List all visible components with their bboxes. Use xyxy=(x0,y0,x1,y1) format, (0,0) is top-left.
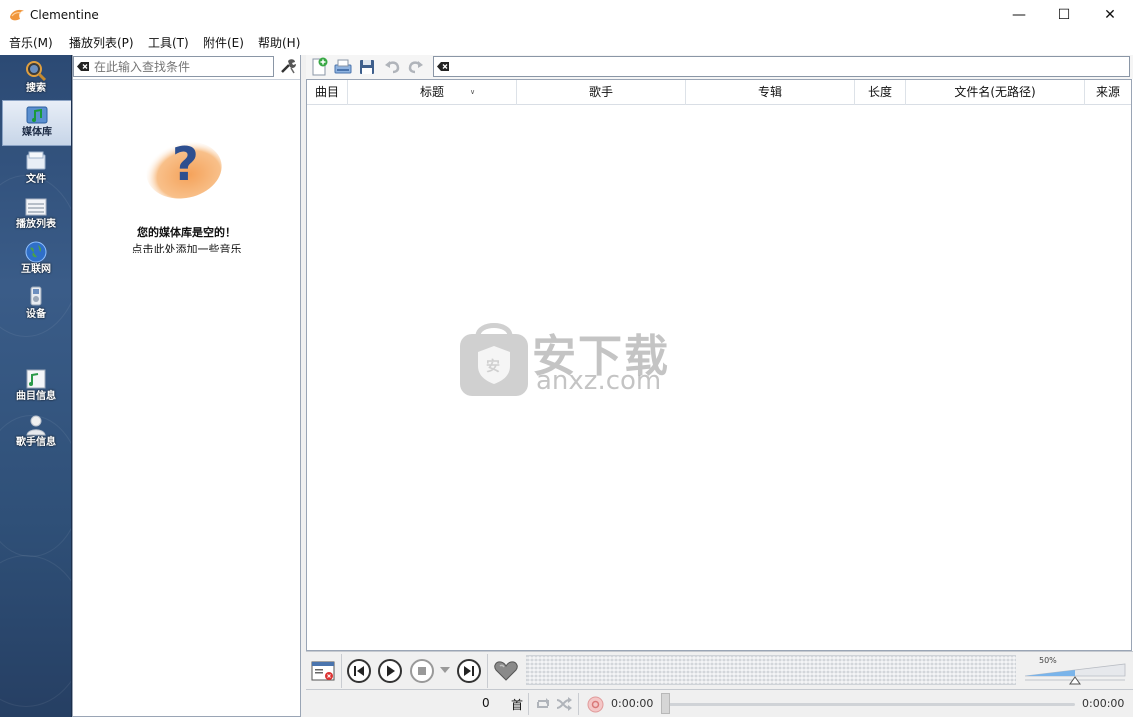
playlist-table[interactable]: 曲目 ∨ 标题 歌手 专辑 长度 文件名(无路径) 来源 xyxy=(306,79,1132,651)
seek-handle[interactable] xyxy=(661,693,670,714)
sidebar-item-label: 搜索 xyxy=(26,83,46,94)
status-divider xyxy=(528,693,529,715)
status-bar: 0 首 0:00:00 0:00:00 xyxy=(306,689,1133,717)
menu-extras[interactable]: 附件(E) xyxy=(203,34,244,51)
stop-icon[interactable] xyxy=(409,658,435,684)
now-playing-widget-icon[interactable] xyxy=(310,658,336,684)
watermark-url: anxz.com xyxy=(536,366,662,396)
maximize-button[interactable]: ☐ xyxy=(1041,0,1087,30)
files-icon xyxy=(26,151,46,170)
minimize-icon: — xyxy=(1012,7,1026,23)
status-divider xyxy=(578,693,579,715)
menu-bar: 音乐(M) 播放列表(P) 工具(T) 附件(E) 帮助(H) xyxy=(0,30,1133,54)
track-count: 0 xyxy=(482,696,490,710)
repeat-icon[interactable] xyxy=(535,697,551,711)
previous-track-icon[interactable] xyxy=(346,658,372,684)
sort-indicator-icon: ∨ xyxy=(470,88,476,96)
playlist-header: 曲目 ∨ 标题 歌手 专辑 长度 文件名(无路径) 来源 xyxy=(307,80,1131,105)
svg-text:?: ? xyxy=(172,137,199,191)
sidebar-item-label: 媒体库 xyxy=(22,127,52,138)
analyzer-overlay xyxy=(526,655,1016,685)
undo-icon[interactable] xyxy=(382,57,402,77)
watermark-logo-icon: 安 xyxy=(460,323,528,396)
new-playlist-icon[interactable] xyxy=(309,57,329,77)
song-info-icon xyxy=(26,369,46,389)
artist-info-icon xyxy=(26,415,46,436)
column-title[interactable]: ∨ 标题 xyxy=(348,80,517,105)
empty-library-icon[interactable]: ? xyxy=(140,126,230,206)
close-button[interactable]: ✕ xyxy=(1087,0,1133,30)
menu-music[interactable]: 音乐(M) xyxy=(9,34,53,51)
svg-text:安: 安 xyxy=(486,358,500,375)
clear-filter-icon[interactable] xyxy=(77,61,89,72)
sidebar-item-song-info[interactable]: 曲目信息 xyxy=(2,365,70,409)
column-album[interactable]: 专辑 xyxy=(686,80,855,105)
sidebar-item-label: 互联网 xyxy=(21,264,51,275)
column-source[interactable]: 来源 xyxy=(1085,80,1131,105)
column-filename[interactable]: 文件名(无路径) xyxy=(906,80,1085,105)
sidebar-item-label: 播放列表 xyxy=(16,219,56,230)
volume-slider[interactable] xyxy=(1025,658,1129,686)
clementine-logo-icon xyxy=(10,9,24,21)
seek-slider[interactable] xyxy=(663,703,1075,706)
library-search-input[interactable] xyxy=(94,59,270,74)
library-filter xyxy=(73,56,274,77)
sidebar-item-label: 设备 xyxy=(26,309,46,320)
close-icon: ✕ xyxy=(1104,7,1116,23)
time-elapsed: 0:00:00 xyxy=(611,697,654,710)
internet-icon xyxy=(25,241,47,263)
column-length[interactable]: 长度 xyxy=(855,80,906,105)
load-playlist-icon[interactable] xyxy=(333,57,353,77)
playlists-icon xyxy=(25,198,47,216)
sidebar-item-files[interactable]: 文件 xyxy=(2,148,70,192)
sidebar-item-label: 曲目信息 xyxy=(16,391,56,402)
column-track[interactable]: 曲目 xyxy=(307,80,348,105)
devices-icon xyxy=(30,286,42,306)
column-title-label: 标题 xyxy=(419,85,444,99)
love-heart-icon[interactable] xyxy=(493,658,519,684)
next-track-icon[interactable] xyxy=(456,658,482,684)
sidebar-item-internet[interactable]: 互联网 xyxy=(2,238,70,282)
library-config-icon[interactable] xyxy=(278,57,298,75)
add-music-hint[interactable]: 点击此处添加一些音乐 xyxy=(73,241,300,253)
clear-filter-icon[interactable] xyxy=(437,61,449,72)
sidebar-item-library[interactable]: 媒体库 xyxy=(2,100,71,146)
play-icon[interactable] xyxy=(377,658,403,684)
controls-divider xyxy=(487,654,488,688)
empty-library-title: 您的媒体库是空的！ xyxy=(137,226,236,239)
minimize-button[interactable]: — xyxy=(996,0,1042,30)
sidebar-item-artist-info[interactable]: 歌手信息 xyxy=(2,411,70,455)
search-icon xyxy=(26,61,47,82)
save-playlist-icon[interactable] xyxy=(357,57,377,77)
title-bar: Clementine — ☐ ✕ xyxy=(0,0,1133,30)
sidebar-item-label: 歌手信息 xyxy=(16,437,56,448)
maximize-icon: ☐ xyxy=(1057,7,1071,23)
controls-divider xyxy=(341,654,342,688)
lastfm-scrobble-icon[interactable] xyxy=(587,696,604,713)
sidebar-item-label: 文件 xyxy=(26,174,46,185)
window-title: Clementine xyxy=(30,8,99,22)
playlist-filter-input[interactable] xyxy=(433,56,1130,77)
sidebar-item-playlists[interactable]: 播放列表 xyxy=(2,193,70,237)
stop-options-chevron-icon[interactable] xyxy=(440,666,450,674)
redo-icon[interactable] xyxy=(406,57,426,77)
menu-tools[interactable]: 工具(T) xyxy=(148,34,189,51)
time-total: 0:00:00 xyxy=(1082,697,1125,710)
column-artist[interactable]: 歌手 xyxy=(517,80,686,105)
shuffle-icon[interactable] xyxy=(556,697,572,711)
volume-control[interactable]: 50% xyxy=(1018,653,1131,687)
sidebar-item-search[interactable]: 搜索 xyxy=(2,57,70,101)
menu-playlist[interactable]: 播放列表(P) xyxy=(69,34,134,51)
library-icon xyxy=(26,106,48,124)
library-divider xyxy=(73,79,300,80)
menu-help[interactable]: 帮助(H) xyxy=(258,34,300,51)
track-count-unit: 首 xyxy=(511,698,524,712)
sidebar-decoration xyxy=(0,555,71,707)
sidebar: 搜索 媒体库 文件 播放列表 互联网 设备 曲目信息 歌手信息 xyxy=(0,55,72,717)
sidebar-item-devices[interactable]: 设备 xyxy=(2,283,70,327)
